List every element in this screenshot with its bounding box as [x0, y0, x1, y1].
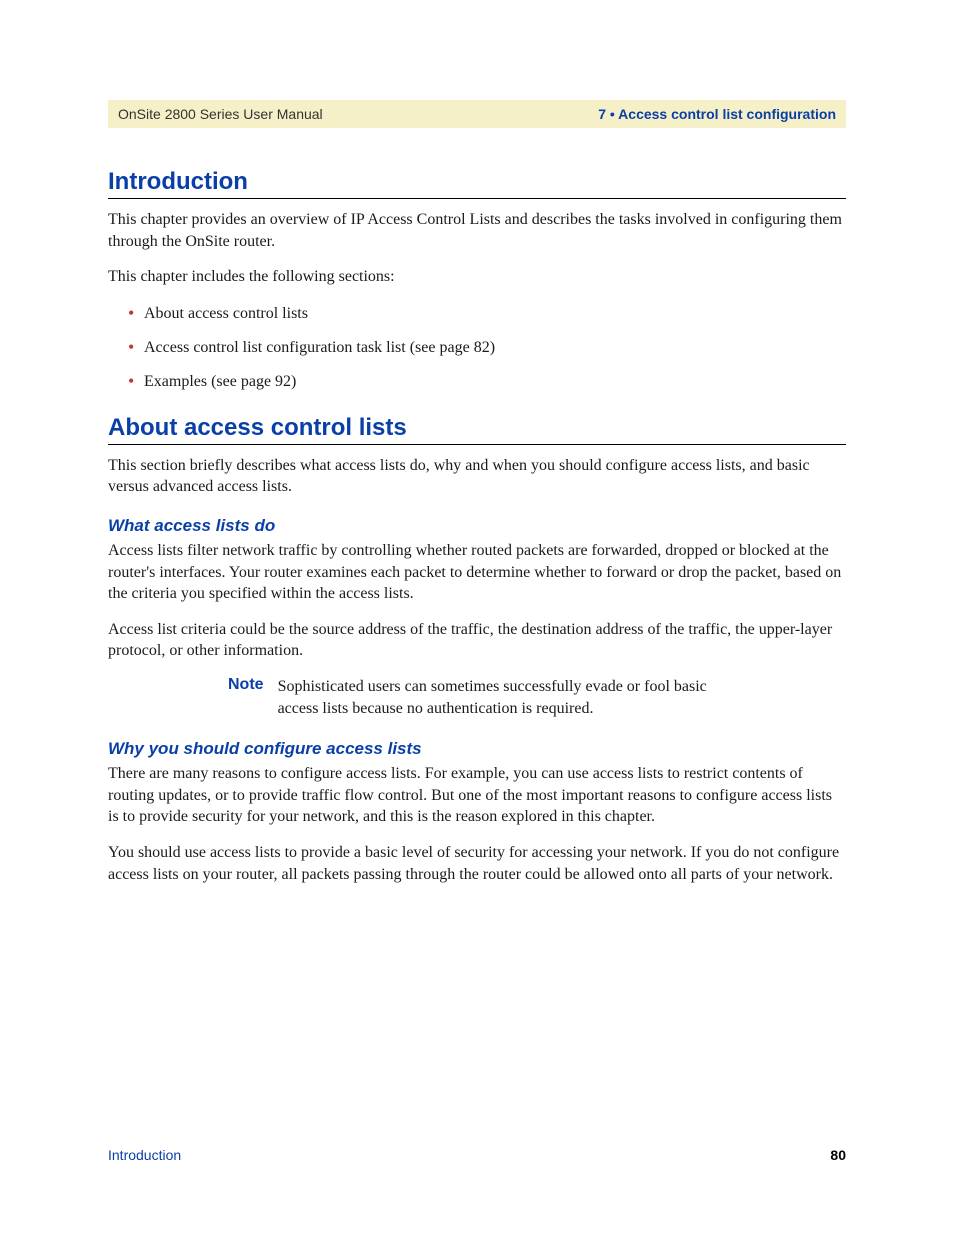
note-text: Sophisticated users can sometimes succes… [278, 676, 748, 719]
footer-page-number: 80 [830, 1147, 846, 1163]
intro-paragraph-2: This chapter includes the following sect… [108, 266, 846, 288]
heading-about-acl: About access control lists [108, 414, 846, 445]
intro-bullet-list: About access control lists Access contro… [108, 302, 846, 394]
note-label: Note [228, 676, 278, 694]
heading-introduction: Introduction [108, 168, 846, 199]
list-item: Examples (see page 92) [128, 370, 846, 394]
what-paragraph-2: Access list criteria could be the source… [108, 619, 846, 662]
list-item: About access control lists [128, 302, 846, 326]
intro-paragraph-1: This chapter provides an overview of IP … [108, 209, 846, 252]
list-item: Access control list configuration task l… [128, 336, 846, 360]
about-paragraph-1: This section briefly describes what acce… [108, 455, 846, 498]
why-paragraph-2: You should use access lists to provide a… [108, 842, 846, 885]
header-manual-title: OnSite 2800 Series User Manual [118, 106, 323, 122]
why-paragraph-1: There are many reasons to configure acce… [108, 763, 846, 828]
note-block: Note Sophisticated users can sometimes s… [108, 676, 846, 719]
header-chapter-title: 7 • Access control list configuration [598, 106, 836, 122]
footer-section-name: Introduction [108, 1147, 181, 1163]
page-footer: Introduction 80 [108, 1147, 846, 1163]
what-paragraph-1: Access lists filter network traffic by c… [108, 540, 846, 605]
subheading-why-configure: Why you should configure access lists [108, 739, 846, 759]
subheading-what-access-lists-do: What access lists do [108, 516, 846, 536]
page-header-bar: OnSite 2800 Series User Manual 7 • Acces… [108, 100, 846, 128]
